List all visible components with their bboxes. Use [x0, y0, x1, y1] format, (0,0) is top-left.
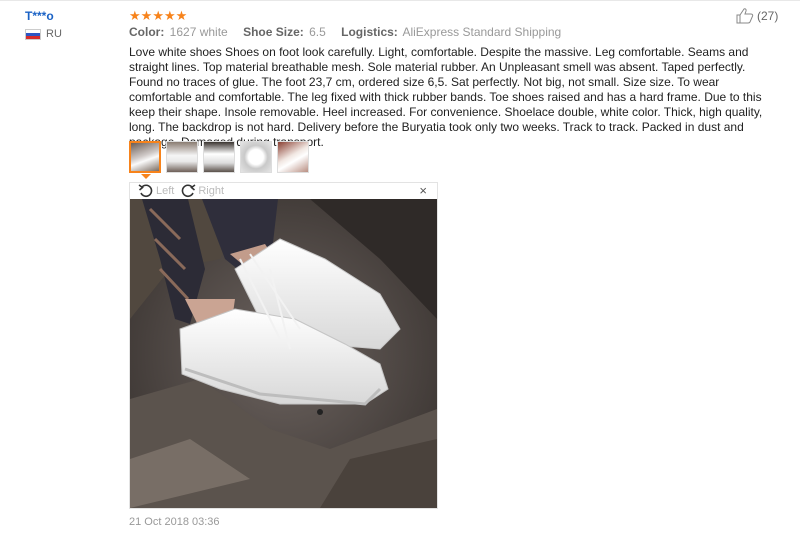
- color-value: 1627 white: [169, 25, 228, 39]
- close-icon[interactable]: ×: [419, 183, 427, 199]
- reviewer-info: T***o RU: [25, 9, 62, 40]
- rotate-left-label: Left: [156, 185, 175, 197]
- rotate-right-button[interactable]: Right: [180, 184, 224, 198]
- star-icon: ★: [140, 7, 153, 23]
- viewer-toolbar: Left Right ×: [130, 183, 437, 199]
- star-icon: ★: [152, 7, 164, 23]
- reviewer-country: RU: [25, 28, 62, 40]
- star-icon: ★: [129, 7, 141, 23]
- reviewer-name[interactable]: T***o: [25, 9, 62, 23]
- logistics-label: Logistics:: [341, 25, 398, 39]
- rotate-right-icon: [182, 184, 196, 198]
- review-text: Love white shoes Shoes on foot look care…: [129, 45, 763, 149]
- flag-ru-icon: [25, 28, 41, 40]
- order-meta: Color: 1627 white Shoe Size: 6.5 Logisti…: [129, 25, 779, 39]
- star-rating: ★ ★ ★ ★ ★: [129, 7, 779, 23]
- photo-viewer: Left Right ×: [129, 182, 438, 509]
- country-code: RU: [46, 28, 62, 40]
- star-icon: ★: [175, 7, 188, 23]
- star-icon: ★: [163, 7, 176, 23]
- photo-thumbnail[interactable]: [203, 141, 235, 173]
- color-label: Color:: [129, 25, 165, 39]
- photo-thumbnail[interactable]: [166, 141, 198, 173]
- photo-thumbnail[interactable]: [129, 141, 161, 173]
- review-photo[interactable]: [130, 199, 437, 508]
- rotate-right-label: Right: [198, 185, 225, 197]
- size-value: 6.5: [309, 25, 326, 39]
- rotate-left-button[interactable]: Left: [138, 184, 174, 198]
- photo-thumbnails: [129, 141, 309, 173]
- size-label: Shoe Size:: [243, 25, 304, 39]
- photo-thumbnail[interactable]: [240, 141, 272, 173]
- top-divider: [0, 0, 800, 1]
- active-thumbnail-caret: [141, 174, 151, 179]
- photo-thumbnail[interactable]: [277, 141, 309, 173]
- logistics-value: AliExpress Standard Shipping: [402, 25, 562, 39]
- rotate-left-icon: [138, 184, 153, 198]
- review-date: 21 Oct 2018 03:36: [129, 516, 220, 528]
- review-content: ★ ★ ★ ★ ★ Color: 1627 white Shoe Size: 6…: [129, 7, 779, 150]
